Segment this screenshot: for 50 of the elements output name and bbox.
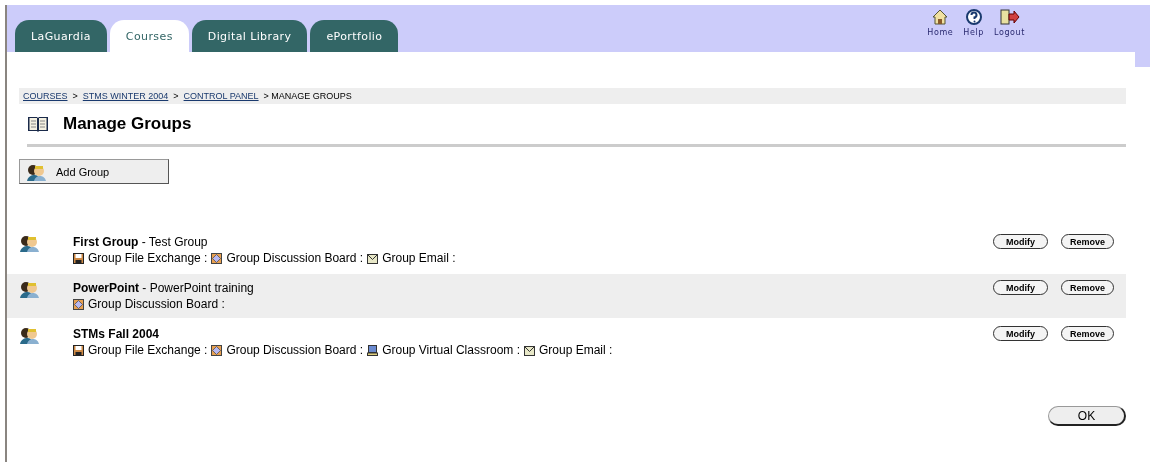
help-icon bbox=[965, 9, 982, 25]
nav-tab[interactable]: Courses bbox=[109, 20, 189, 52]
envelope-icon bbox=[524, 344, 535, 356]
people-icon bbox=[26, 162, 48, 181]
tool-label: Group Virtual Classroom : bbox=[382, 342, 520, 358]
tool-label: Group File Exchange : bbox=[88, 342, 208, 358]
row-action-button[interactable]: Remove bbox=[1061, 280, 1114, 295]
row-action-button[interactable]: Remove bbox=[1061, 234, 1114, 249]
envelope-icon bbox=[367, 252, 379, 264]
row-action-button[interactable]: Modify bbox=[993, 234, 1048, 249]
breadcrumb-text: > bbox=[72, 91, 78, 101]
nav-tab[interactable]: ePortfolio bbox=[310, 20, 399, 52]
breadcrumb-text: > bbox=[173, 91, 179, 101]
breadcrumb-link[interactable]: CONTROL PANEL bbox=[183, 91, 259, 101]
people-icon bbox=[19, 234, 41, 252]
tool-label: Group Email : bbox=[382, 250, 456, 266]
people-icon bbox=[19, 280, 41, 298]
ok-button[interactable]: OK bbox=[1048, 406, 1126, 426]
top-link-label: Help bbox=[963, 28, 984, 37]
tool-label: Group Discussion Board : bbox=[226, 342, 364, 358]
breadcrumb-text: > MANAGE GROUPS bbox=[263, 91, 352, 101]
board-icon bbox=[73, 298, 84, 310]
row-action-button[interactable]: Modify bbox=[993, 280, 1048, 295]
top-link[interactable]: Logout bbox=[994, 9, 1025, 37]
tool-label: Group Discussion Board : bbox=[226, 250, 364, 266]
top-link[interactable]: Home bbox=[927, 9, 954, 37]
row-action-button[interactable]: Modify bbox=[993, 326, 1048, 341]
group-title: STMs Fall 2004 bbox=[73, 326, 161, 342]
board-icon bbox=[211, 344, 223, 356]
home-icon bbox=[932, 9, 949, 25]
page-title: Manage Groups bbox=[63, 114, 192, 134]
tool-label: Group Email : bbox=[539, 342, 613, 358]
people-icon bbox=[19, 326, 41, 344]
add-group-button[interactable]: Add Group bbox=[19, 159, 169, 184]
group-title: First Group - Test Group bbox=[73, 234, 209, 250]
logout-icon bbox=[999, 9, 1020, 25]
nav-tab[interactable]: Digital Library bbox=[191, 20, 308, 52]
group-title: PowerPoint - PowerPoint training bbox=[73, 280, 255, 296]
tool-label: Group Discussion Board : bbox=[88, 296, 225, 312]
nav-tab[interactable]: LaGuardia bbox=[15, 20, 107, 52]
tool-label: Group File Exchange : bbox=[88, 250, 208, 266]
board-icon bbox=[211, 252, 223, 264]
computer-icon bbox=[367, 344, 379, 356]
top-link[interactable]: Help bbox=[963, 9, 984, 37]
book-icon bbox=[27, 115, 49, 133]
breadcrumb-link[interactable]: COURSES bbox=[23, 91, 68, 101]
breadcrumb-link[interactable]: STMS WINTER 2004 bbox=[82, 91, 169, 101]
top-link-label: Home bbox=[927, 28, 954, 37]
top-link-label: Logout bbox=[994, 28, 1025, 37]
row-action-button[interactable]: Remove bbox=[1061, 326, 1114, 341]
